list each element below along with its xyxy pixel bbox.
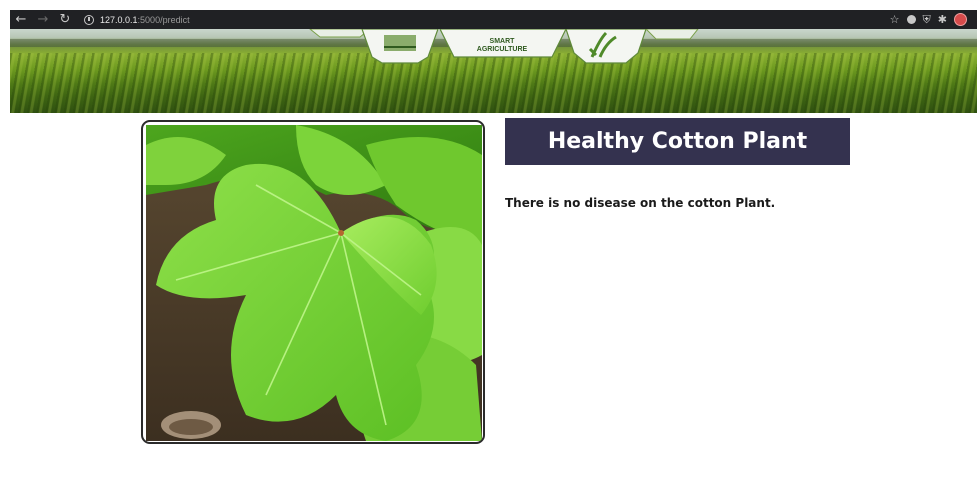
logo-text: SMART AGRICULTURE bbox=[462, 38, 542, 54]
back-arrow-icon[interactable]: ← bbox=[10, 10, 32, 29]
header-banner: SMART AGRICULTURE bbox=[10, 29, 977, 113]
puzzle-icon[interactable]: ✱ bbox=[938, 10, 947, 29]
site-info-icon[interactable] bbox=[84, 14, 94, 25]
star-icon[interactable]: ☆ bbox=[890, 10, 900, 29]
uploaded-leaf-image bbox=[141, 120, 485, 444]
url-host: 127.0.0.1 bbox=[100, 14, 138, 25]
browser-toolbar: ← → ↻ 127.0.0.1:5000/predict ☆ ⛨ ✱ bbox=[10, 10, 977, 29]
toolbar-actions: ☆ ⛨ ✱ bbox=[890, 10, 977, 29]
result-description: There is no disease on the cotton Plant. bbox=[505, 196, 776, 210]
shield-icon[interactable]: ⛨ bbox=[923, 10, 931, 29]
cotton-leaf-photo bbox=[146, 125, 482, 441]
address-bar[interactable]: 127.0.0.1:5000/predict bbox=[100, 15, 190, 25]
url-path: :5000/predict bbox=[137, 14, 190, 25]
reload-icon[interactable]: ↻ bbox=[54, 10, 76, 29]
profile-avatar-icon[interactable] bbox=[954, 13, 967, 26]
result-title: Healthy Cotton Plant bbox=[505, 118, 850, 165]
logo-line-1: SMART bbox=[489, 38, 515, 45]
forward-arrow-icon[interactable]: → bbox=[32, 10, 54, 29]
extension-icon[interactable] bbox=[906, 15, 916, 24]
logo-line-2: AGRICULTURE bbox=[476, 46, 528, 53]
